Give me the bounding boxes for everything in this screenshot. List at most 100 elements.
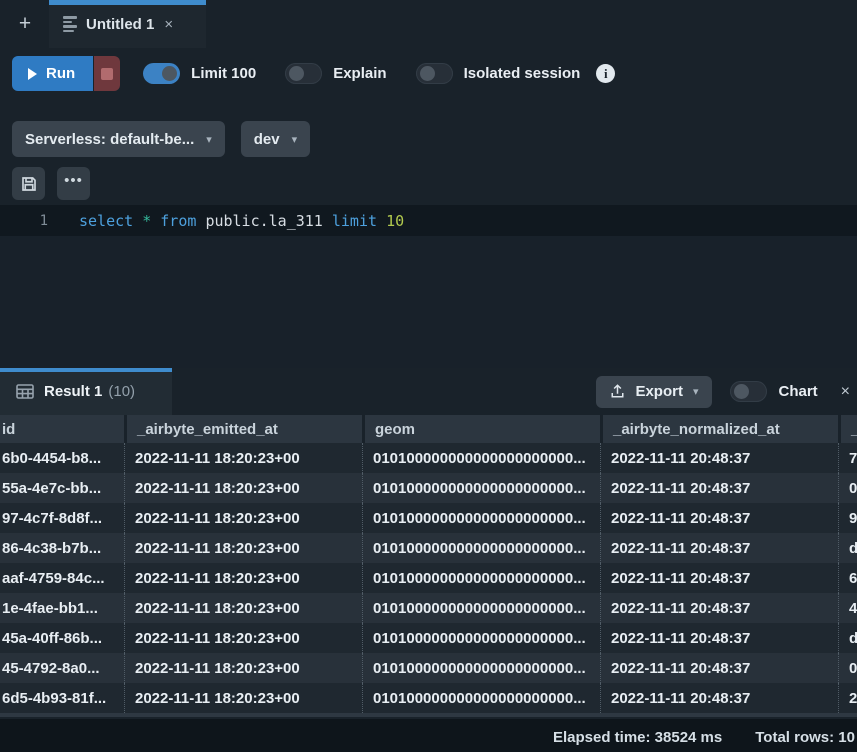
column-header-geom[interactable]: geom: [362, 415, 600, 443]
table-cell: 2022-11-11 20:48:37: [600, 533, 838, 563]
table-cell: 010100000000000000000000...: [362, 563, 600, 593]
table-row[interactable]: 45a-40ff-86b...2022-11-11 18:20:23+00010…: [0, 623, 857, 653]
table-row[interactable]: aaf-4759-84c...2022-11-11 18:20:23+00010…: [0, 563, 857, 593]
table-cell: 2022-11-11 18:20:23+00: [124, 473, 362, 503]
table-cell: 2022-11-11 20:48:37: [600, 563, 838, 593]
table-cell: 2022-11-11 20:48:37: [600, 503, 838, 533]
tab-bar: + Untitled 1 ×: [0, 0, 857, 48]
table-cell: 6b0-4454-b8...: [0, 443, 124, 473]
tab-untitled-1[interactable]: Untitled 1 ×: [49, 0, 206, 48]
table-row[interactable]: 1e-4fae-bb1...2022-11-11 18:20:23+000101…: [0, 593, 857, 623]
tab-close-icon[interactable]: ×: [164, 17, 173, 32]
table-cell: d: [838, 623, 857, 653]
sql-console-window: + Untitled 1 × Run Limit 100 Explain: [0, 0, 857, 752]
table-cell: 2022-11-11 18:20:23+00: [124, 533, 362, 563]
more-options-button[interactable]: •••: [57, 167, 90, 200]
run-button[interactable]: Run: [12, 56, 93, 91]
results-close-icon[interactable]: ×: [841, 383, 850, 401]
horizontal-scrollbar[interactable]: [0, 713, 857, 717]
result-row-count: (10): [108, 383, 135, 400]
table-cell: d: [838, 533, 857, 563]
table-cell: 45a-40ff-86b...: [0, 623, 124, 653]
database-dropdown[interactable]: dev ▾: [241, 121, 310, 157]
table-cell: 1e-4fae-bb1...: [0, 593, 124, 623]
table-row[interactable]: 86-4c38-b7b...2022-11-11 18:20:23+000101…: [0, 533, 857, 563]
export-button[interactable]: Export ▾: [596, 376, 712, 408]
table-row[interactable]: 6d5-4b93-81f...2022-11-11 18:20:23+00010…: [0, 683, 857, 713]
elapsed-time: Elapsed time: 38524 ms: [553, 729, 722, 746]
table-icon: [16, 384, 34, 399]
floppy-disk-icon: [20, 175, 38, 193]
limit-toggle-group: Limit 100: [143, 63, 256, 84]
new-tab-button[interactable]: +: [8, 7, 42, 41]
table-cell: 86-4c38-b7b...: [0, 533, 124, 563]
results-table: id_airbyte_emitted_atgeom_airbyte_normal…: [0, 415, 857, 713]
table-cell: 9: [838, 503, 857, 533]
result-tab-label: Result 1: [44, 383, 102, 400]
total-rows: Total rows: 10: [755, 729, 855, 746]
save-button[interactable]: [12, 167, 45, 200]
explain-toggle-label: Explain: [333, 65, 386, 82]
table-cell: 2022-11-11 18:20:23+00: [124, 653, 362, 683]
status-bar: Elapsed time: 38524 ms Total rows: 10: [0, 719, 857, 752]
table-cell: 2022-11-11 18:20:23+00: [124, 563, 362, 593]
table-cell: 6d5-4b93-81f...: [0, 683, 124, 713]
column-header-id[interactable]: id: [0, 415, 124, 443]
column-header-_[interactable]: _: [838, 415, 857, 443]
table-cell: 2022-11-11 20:48:37: [600, 653, 838, 683]
table-cell: 4: [838, 593, 857, 623]
column-header-_airbyte_normalized_at[interactable]: _airbyte_normalized_at: [600, 415, 838, 443]
table-cell: 7: [838, 443, 857, 473]
explain-toggle-group: Explain: [285, 63, 386, 84]
run-button-label: Run: [46, 65, 75, 82]
isolated-session-toggle-group: Isolated session: [416, 63, 581, 84]
chart-toggle-group: Chart: [730, 381, 817, 402]
editor-line-1[interactable]: 1 select * from public.la_311 limit 10: [0, 205, 857, 236]
table-cell: 010100000000000000000000...: [362, 683, 600, 713]
export-button-label: Export: [635, 383, 683, 400]
isolated-session-toggle-label: Isolated session: [464, 65, 581, 82]
table-cell: aaf-4759-84c...: [0, 563, 124, 593]
table-row[interactable]: 55a-4e7c-bb...2022-11-11 18:20:23+000101…: [0, 473, 857, 503]
chevron-down-icon: ▾: [693, 385, 699, 398]
column-header-_airbyte_emitted_at[interactable]: _airbyte_emitted_at: [124, 415, 362, 443]
table-row[interactable]: 97-4c7f-8d8f...2022-11-11 18:20:23+00010…: [0, 503, 857, 533]
table-row[interactable]: 6b0-4454-b8...2022-11-11 18:20:23+000101…: [0, 443, 857, 473]
table-cell: 2022-11-11 20:48:37: [600, 623, 838, 653]
chart-toggle[interactable]: [730, 381, 767, 402]
table-cell: 0: [838, 473, 857, 503]
sql-editor[interactable]: 1 select * from public.la_311 limit 10: [0, 205, 857, 368]
tab-title: Untitled 1: [86, 16, 154, 33]
active-result-tab-indicator: [0, 368, 172, 372]
table-cell: 0: [838, 653, 857, 683]
stop-button[interactable]: [93, 56, 120, 91]
table-row[interactable]: 45-4792-8a0...2022-11-11 18:20:23+000101…: [0, 653, 857, 683]
export-icon: [610, 384, 625, 399]
table-cell: 2022-11-11 18:20:23+00: [124, 623, 362, 653]
limit-toggle[interactable]: [143, 63, 180, 84]
table-cell: 97-4c7f-8d8f...: [0, 503, 124, 533]
table-cell: 010100000000000000000000...: [362, 443, 600, 473]
connection-row: Serverless: default-be... ▾ dev ▾: [12, 121, 310, 157]
play-icon: [28, 68, 37, 80]
table-cell: 2022-11-11 20:48:37: [600, 443, 838, 473]
run-toolbar: Run Limit 100 Explain Isolated session i: [12, 56, 857, 91]
stop-icon: [101, 68, 113, 80]
table-cell: 2: [838, 683, 857, 713]
file-action-row: •••: [12, 167, 90, 200]
endpoint-dropdown-label: Serverless: default-be...: [25, 131, 194, 148]
info-icon[interactable]: i: [596, 64, 615, 83]
ellipsis-icon: •••: [64, 173, 83, 194]
isolated-session-toggle[interactable]: [416, 63, 453, 84]
table-cell: 010100000000000000000000...: [362, 473, 600, 503]
endpoint-dropdown[interactable]: Serverless: default-be... ▾: [12, 121, 225, 157]
table-cell: 010100000000000000000000...: [362, 593, 600, 623]
result-tab[interactable]: Result 1 (10): [0, 368, 172, 415]
active-tab-indicator: [49, 0, 206, 5]
explain-toggle[interactable]: [285, 63, 322, 84]
table-cell: 010100000000000000000000...: [362, 653, 600, 683]
table-header-row: id_airbyte_emitted_atgeom_airbyte_normal…: [0, 415, 857, 443]
line-number: 1: [0, 213, 48, 229]
limit-toggle-label: Limit 100: [191, 65, 256, 82]
table-cell: 2022-11-11 20:48:37: [600, 683, 838, 713]
